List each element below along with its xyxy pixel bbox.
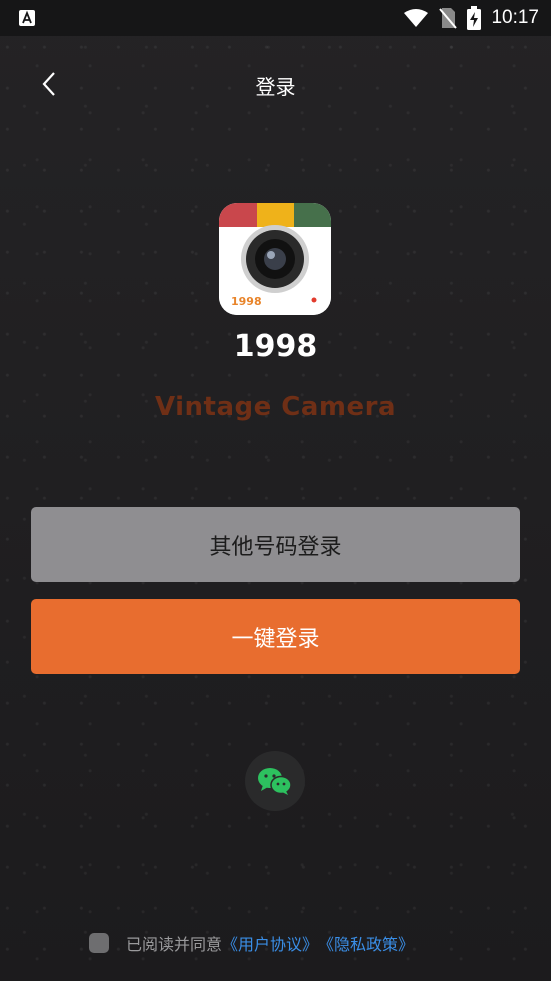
status-bar: 10:17 bbox=[0, 0, 551, 36]
user-agreement-link[interactable]: 《用户协议》 bbox=[222, 931, 318, 955]
page-title: 登录 bbox=[255, 75, 296, 99]
svg-text:1998: 1998 bbox=[231, 295, 262, 308]
app-logo: 1998 bbox=[219, 203, 331, 315]
other-number-login-button[interactable]: 其他号码登录 bbox=[31, 507, 520, 582]
wechat-login-button[interactable] bbox=[245, 751, 305, 811]
battery-charging-icon bbox=[467, 6, 482, 30]
privacy-policy-link[interactable]: 《隐私政策》 bbox=[318, 931, 414, 955]
status-time: 10:17 bbox=[491, 7, 539, 28]
agreement-row: 已阅读并同意 《用户协议》 《隐私政策》 bbox=[89, 930, 414, 956]
agreement-checkbox[interactable] bbox=[89, 933, 109, 953]
agreement-text: 已阅读并同意 bbox=[126, 935, 223, 954]
one-key-login-button[interactable]: 一键登录 bbox=[31, 599, 520, 674]
app-tagline: Vintage Camera bbox=[154, 392, 397, 422]
notification-app-icon bbox=[19, 10, 35, 26]
wechat-icon bbox=[258, 768, 292, 795]
top-bar: 登录 bbox=[0, 55, 551, 115]
wifi-icon bbox=[404, 9, 429, 27]
background bbox=[0, 0, 551, 981]
vintage-camera-logo-icon: 1998 bbox=[219, 203, 331, 315]
no-sim-icon bbox=[439, 8, 458, 29]
app-name: 1998 bbox=[233, 329, 318, 364]
